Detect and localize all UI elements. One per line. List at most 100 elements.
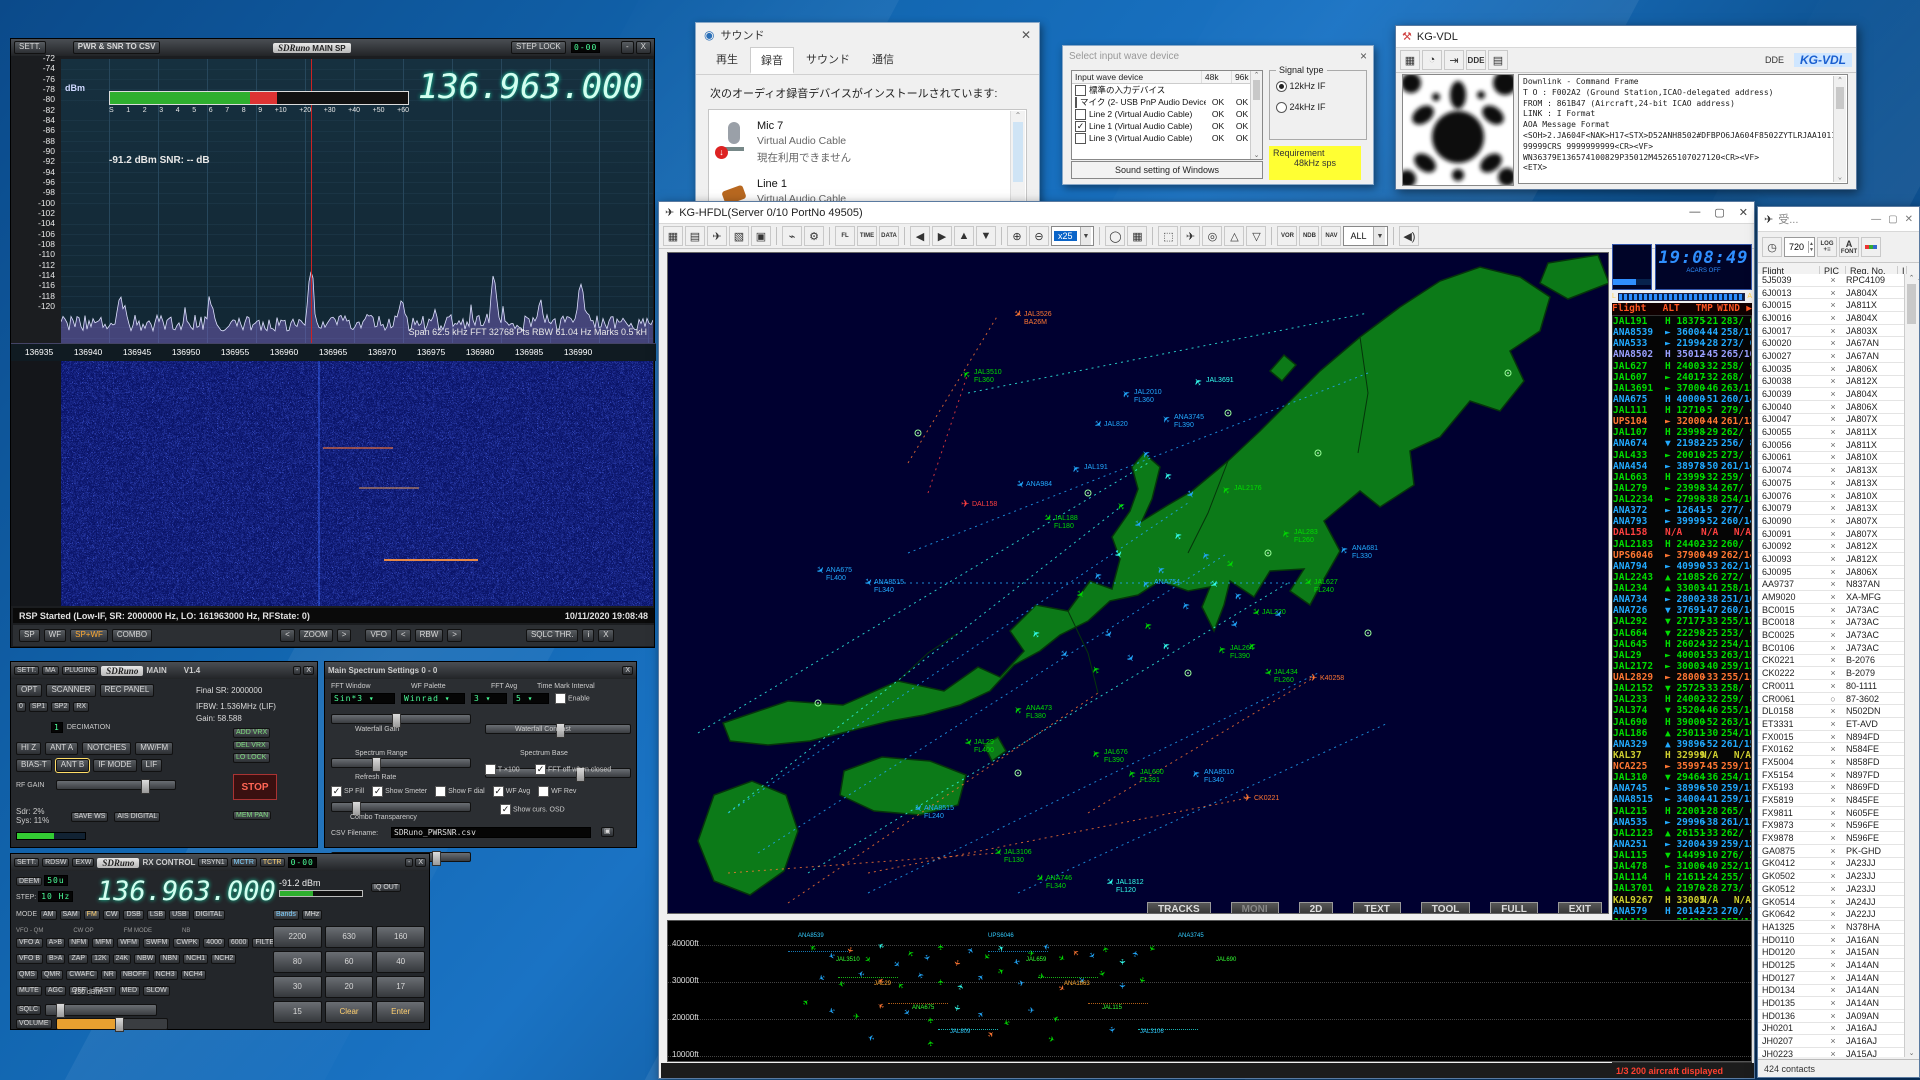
aircraft-icon[interactable]: ✈ [956, 982, 966, 991]
contact-row[interactable]: 6J0055×JA811X [1758, 426, 1907, 439]
contact-row[interactable]: 6J0039×JA804X [1758, 388, 1907, 401]
aircraft-icon[interactable]: ✈ [1156, 563, 1169, 576]
aircraft-icon[interactable]: ✈ [867, 1032, 876, 1042]
clear-icon[interactable]: ▽ [1246, 226, 1266, 246]
flight-row[interactable]: JAL234▲ 33003-41258/143 [1613, 583, 1751, 594]
sp2-button[interactable]: SP2 [51, 702, 70, 712]
flight-row[interactable]: JAL663H 23999-32259/ 90 [1613, 472, 1751, 483]
flight-row[interactable]: ANA535► 29996-38261/114 [1613, 817, 1751, 828]
zoom-out-icon[interactable]: ⊖ [1029, 226, 1049, 246]
map-2d-button[interactable]: 2D [1299, 902, 1334, 914]
contact-row[interactable]: GK0502×JA23JJ [1758, 870, 1907, 883]
rx-button[interactable]: RX [73, 702, 89, 712]
map-text-button[interactable]: TEXT [1353, 902, 1401, 914]
tab-再生[interactable]: 再生 [706, 47, 748, 74]
scanner-button[interactable]: SCANNER [46, 684, 95, 697]
column-header[interactable]: Input wave device [1072, 71, 1202, 83]
rx-nch1-button[interactable]: NCH1 [183, 954, 208, 964]
aircraft-icon[interactable]: ✈ [1309, 674, 1317, 684]
rx-med-button[interactable]: MED [119, 986, 141, 996]
rx-mute-button[interactable]: MUTE [16, 986, 42, 996]
flight-row[interactable]: UPS104► 32000-44261/124 [1613, 416, 1751, 427]
flight-row[interactable]: ANA674▼ 21982-25256/ 88 [1613, 438, 1751, 449]
flight-row[interactable]: UAL2829► 28000-33255/117 [1613, 672, 1751, 683]
rx-agc-button[interactable]: AGC [45, 986, 66, 996]
flight-column-header[interactable]: ALT [1663, 303, 1696, 314]
sqlc-thr-button[interactable]: SQLC THR. [526, 629, 579, 642]
pan-up-icon[interactable]: ▲ [954, 226, 974, 246]
rx-minimize-button[interactable]: - [405, 858, 413, 868]
rx-4000-button[interactable]: 4000 [203, 938, 225, 948]
flight-row[interactable]: ANA579H 20142-23270/ 55 [1613, 906, 1751, 917]
rx-swfm-button[interactable]: SWFM [143, 938, 170, 948]
tab-録音[interactable]: 録音 [750, 47, 794, 74]
tab-通信[interactable]: 通信 [862, 47, 904, 74]
contact-row[interactable]: HD0125×JA14AN [1758, 959, 1907, 972]
keypad-60-button[interactable]: 60 [325, 951, 374, 973]
range-ring-icon[interactable]: ◎ [1202, 226, 1222, 246]
interval-spinner[interactable]: 720 [1785, 242, 1808, 252]
aircraft-icon[interactable]: ✈ [1131, 519, 1144, 532]
contact-row[interactable]: ET3331×ET-AVD [1758, 718, 1907, 731]
aircraft-icon[interactable]: ✈ [927, 1016, 936, 1024]
aircraft-icon[interactable]: ✈ [952, 959, 961, 968]
mode-lsb-button[interactable]: LSB [147, 910, 166, 920]
contact-row[interactable]: FX5004×N858FD [1758, 756, 1907, 769]
mode-dsb-button[interactable]: DSB [123, 910, 143, 920]
info-button[interactable]: i [582, 629, 594, 642]
flight-row[interactable]: UPS6046► 37900-49262/148 [1613, 550, 1751, 561]
contact-row[interactable]: JH0201×JA16AJ [1758, 1023, 1907, 1036]
aircraft-icon[interactable]: ✈ [1143, 619, 1156, 632]
rx-vfoa-button[interactable]: VFO A [16, 938, 43, 948]
mode-fm-button[interactable]: FM [84, 910, 100, 920]
contact-row[interactable]: FX0162×N584FE [1758, 743, 1907, 756]
contact-row[interactable]: DL0158×N502DN [1758, 705, 1907, 718]
pan-left-icon[interactable]: ◀ [910, 226, 930, 246]
flight-row[interactable]: JAL107H 23998-29262/ 98 [1613, 427, 1751, 438]
graticule-icon[interactable]: ▦ [1127, 226, 1147, 246]
aircraft-icon[interactable]: ✈ [862, 955, 872, 965]
waypoint-icon[interactable]: △ [1224, 226, 1244, 246]
flight-row[interactable]: JAL478► 31006-40252/124 [1613, 861, 1751, 872]
contact-row[interactable]: 6J0027×JA67AN [1758, 350, 1907, 363]
main-plugins-button[interactable]: PLUGINS [62, 666, 99, 676]
contact-row[interactable]: HD0134×JA14AN [1758, 985, 1907, 998]
tctr-button[interactable]: TCTR [260, 858, 285, 868]
main-minimize-button[interactable]: - [293, 666, 301, 676]
volume-button[interactable]: VOLUME [16, 1019, 52, 1029]
csv-filename-input[interactable]: SDRuno_PWRSNR.csv [391, 827, 591, 838]
aircraft-icon[interactable]: ✈ [952, 1004, 961, 1013]
kgvdl-scrollbar[interactable]: ⌃⌄ [1833, 76, 1846, 182]
aircraft-icon[interactable]: ✈ [1243, 794, 1251, 804]
aircraft-icon[interactable]: ✈ [1047, 1035, 1056, 1045]
rbw-label[interactable]: RBW [415, 629, 444, 642]
contact-row[interactable]: 6J0090×JA807X [1758, 515, 1907, 528]
iq-out-button[interactable]: IQ OUT [371, 883, 401, 892]
contact-row[interactable]: HD0110×JA16AN [1758, 934, 1907, 947]
input-device-titlebar[interactable]: Select input wave device × [1063, 46, 1373, 66]
rx-frequency-display[interactable]: 136.963.000 [97, 876, 276, 907]
contact-row[interactable]: HD0136×JA09AN [1758, 1010, 1907, 1023]
aircraft-icon[interactable]: ✈ [1127, 767, 1140, 779]
font-icon[interactable]: AFONT [1839, 237, 1859, 257]
flight-row[interactable]: JAL645H 26024-32254/111 [1613, 639, 1751, 650]
timer-icon[interactable]: ◷ [1762, 237, 1782, 257]
contact-row[interactable]: 6J0015×JA811X [1758, 299, 1907, 312]
flight-row[interactable]: ANA734► 28002-38251/104 [1613, 594, 1751, 605]
aircraft-view-icon[interactable]: ✈ [707, 226, 727, 246]
contact-row[interactable]: 6J0076×JA810X [1758, 490, 1907, 503]
aircraft-icon[interactable]: ✈ [1013, 703, 1026, 716]
fl-toggle-icon[interactable]: FL [835, 226, 855, 246]
input-device-scrollbar[interactable]: ⌃⌄ [1250, 71, 1262, 159]
sp-range-slider[interactable] [372, 757, 381, 772]
contact-row[interactable]: BC0025×JA73AC [1758, 629, 1907, 642]
contact-row[interactable]: FX5819×N845FE [1758, 794, 1907, 807]
aircraft-icon[interactable]: ✈ [1091, 747, 1104, 760]
zoom-out-button[interactable]: < [280, 629, 295, 642]
check-show-f-dial[interactable] [435, 786, 446, 797]
flight-row[interactable]: JAL215H 22001-28265/ 67 [1613, 806, 1751, 817]
rx-ab-button[interactable]: A>B [46, 938, 65, 948]
radio-24khz[interactable] [1276, 102, 1287, 113]
flight-row[interactable]: KAL37H 32999N/AN/A [1613, 750, 1751, 761]
flight-row[interactable]: JAL2234► 27998-38254/108 [1613, 494, 1751, 505]
